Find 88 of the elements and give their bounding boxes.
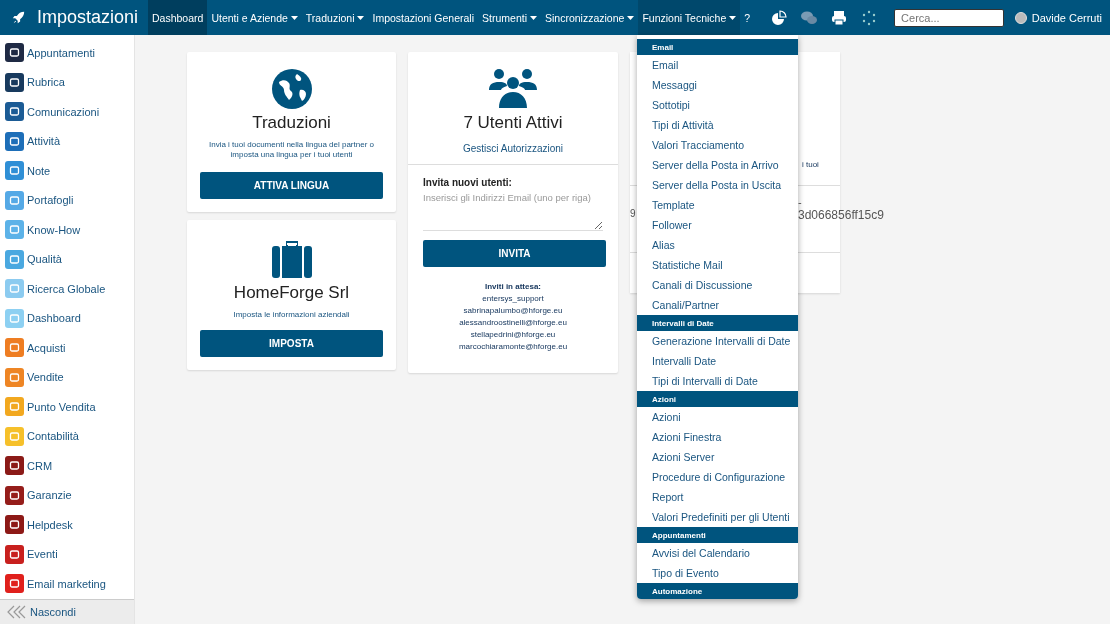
sidebar-item[interactable]: Email marketing bbox=[0, 569, 134, 599]
card-title: 7 Utenti Attivi bbox=[463, 113, 563, 133]
card-text: 3d066856ff15c9 bbox=[798, 208, 884, 222]
nav-item[interactable]: Impostazioni Generali bbox=[368, 0, 479, 35]
sidebar-item[interactable]: Know-How bbox=[0, 215, 134, 245]
nav-item[interactable]: Sincronizzazione bbox=[541, 0, 639, 35]
sidebar-item[interactable]: Acquisti bbox=[0, 333, 134, 363]
card-title: Traduzioni bbox=[252, 113, 331, 133]
users-icon bbox=[488, 68, 538, 110]
user-name[interactable]: Davide Cerruti bbox=[1031, 11, 1102, 24]
card-text: 9 bbox=[630, 208, 636, 219]
setup-button[interactable]: IMPOSTA bbox=[200, 330, 383, 357]
pending-invite: marcochiaramonte@hforge.eu bbox=[458, 341, 568, 353]
menu-item[interactable]: Report bbox=[637, 487, 798, 507]
sidebar-item[interactable]: Garanzie bbox=[0, 480, 134, 510]
menu-item[interactable]: Generazione Intervalli di Date bbox=[637, 331, 798, 351]
collapse-sidebar-button[interactable]: Nascondi bbox=[0, 598, 134, 624]
nav-item[interactable]: Dashboard bbox=[148, 0, 208, 35]
nav-item[interactable]: Funzioni Tecniche bbox=[638, 0, 741, 35]
nav-item[interactable]: Strumenti bbox=[478, 0, 541, 35]
sidebar-item[interactable]: CRM bbox=[0, 451, 134, 481]
sidebar-item[interactable]: Eventi bbox=[0, 539, 134, 569]
menu-item[interactable]: Follower bbox=[637, 215, 798, 235]
menu-item[interactable]: Server della Posta in Uscita bbox=[637, 175, 798, 195]
activate-language-button[interactable]: ATTIVA LINGUA bbox=[200, 172, 383, 199]
nav-item[interactable]: Traduzioni bbox=[301, 0, 369, 35]
menu-item[interactable]: Tipi di Attività bbox=[637, 115, 798, 135]
printer-icon[interactable] bbox=[830, 8, 849, 27]
pending-invite: stellapedrini@hforge.eu bbox=[470, 329, 556, 341]
search-field[interactable]: Cerca... bbox=[894, 8, 1005, 27]
menu-item[interactable]: Avvisi del Calendario bbox=[637, 543, 798, 563]
menu-section-heading: Email bbox=[637, 39, 798, 55]
app-title: Impostazioni bbox=[37, 7, 139, 28]
menu-item[interactable]: Azioni Server bbox=[637, 447, 798, 467]
sidebar-item[interactable]: Ricerca Globale bbox=[0, 274, 134, 304]
sidebar-item[interactable]: Punto Vendita bbox=[0, 392, 134, 422]
invite-label: Invita nuovi utenti: bbox=[423, 177, 513, 188]
sidebar-item[interactable]: Note bbox=[0, 156, 134, 186]
avatar-icon[interactable] bbox=[1014, 11, 1027, 24]
sidebar-item[interactable]: Qualità bbox=[0, 244, 134, 274]
menu-item[interactable]: Alias bbox=[637, 235, 798, 255]
menu-section-heading: Automazione bbox=[637, 583, 798, 599]
sidebar-item[interactable]: Rubrica bbox=[0, 67, 134, 97]
rocket-icon bbox=[12, 11, 25, 24]
menu-item[interactable]: Sottotipi bbox=[637, 95, 798, 115]
menu-section-heading: Azioni bbox=[637, 391, 798, 407]
pending-invite: sabrinapalumbo@hforge.eu bbox=[463, 305, 563, 317]
menu-item[interactable]: Email bbox=[637, 55, 798, 75]
nav-item[interactable]: Utenti e Aziende bbox=[207, 0, 302, 35]
card-title: HomeForge Srl bbox=[233, 283, 350, 303]
sidebar-item[interactable]: Contabilità bbox=[0, 421, 134, 451]
globe-icon bbox=[270, 68, 313, 110]
menu-section-heading: Intervalli di Date bbox=[637, 315, 798, 331]
invite-button[interactable]: INVITA bbox=[423, 240, 606, 267]
pending-invite: alessandroostinelli@hforge.eu bbox=[459, 317, 567, 329]
sidebar-item[interactable]: Comunicazioni bbox=[0, 97, 134, 127]
double-chevron-icon bbox=[6, 604, 26, 619]
sidebar-item[interactable]: Vendite bbox=[0, 362, 134, 392]
menu-item[interactable]: Tipi di Intervalli di Date bbox=[637, 371, 798, 391]
menu-section-heading: Appuntamenti bbox=[637, 527, 798, 543]
menu-item[interactable]: Azioni bbox=[637, 407, 798, 427]
sidebar-item[interactable]: Helpdesk bbox=[0, 510, 134, 540]
pie-chart-icon[interactable] bbox=[770, 8, 789, 27]
manage-permissions-link[interactable]: Gestisci Autorizzazioni bbox=[462, 143, 563, 154]
menu-item[interactable]: Azioni Finestra bbox=[637, 427, 798, 447]
menu-item[interactable]: Template bbox=[637, 195, 798, 215]
menu-item[interactable]: Server della Posta in Arrivo bbox=[637, 155, 798, 175]
sidebar-item[interactable]: Attività bbox=[0, 126, 134, 156]
menu-item[interactable]: Procedure di Configurazione bbox=[637, 467, 798, 487]
sidebar-item[interactable]: Portafogli bbox=[0, 185, 134, 215]
menu-item[interactable]: Valori Predefiniti per gli Utenti bbox=[637, 507, 798, 527]
suitcase-icon bbox=[270, 238, 313, 280]
card-description: Invia i tuoi documenti nella lingua del partner o imposta una lingua per i tuoi utenti bbox=[208, 140, 375, 161]
menu-item[interactable]: Statistiche Mail bbox=[637, 255, 798, 275]
menu-item[interactable]: Canali di Discussione bbox=[637, 275, 798, 295]
menu-item[interactable]: Tipo di Evento bbox=[637, 563, 798, 583]
card-text: - bbox=[798, 196, 802, 208]
menu-item[interactable]: Messaggi bbox=[637, 75, 798, 95]
menu-item[interactable]: Valori Tracciamento bbox=[637, 135, 798, 155]
card-description: i tuoi bbox=[802, 160, 819, 169]
pending-invite: entersys_support bbox=[482, 293, 544, 305]
sidebar-item[interactable]: Appuntamenti bbox=[0, 38, 134, 68]
menu-item[interactable]: Canali/Partner bbox=[637, 295, 798, 315]
nav-item[interactable]: ? bbox=[740, 0, 755, 35]
menu-item[interactable]: Intervalli Date bbox=[637, 351, 798, 371]
sidebar-item[interactable]: Dashboard bbox=[0, 303, 134, 333]
card-description: Imposta le informazioni aziendali bbox=[233, 310, 350, 321]
pending-heading: Inviti in attesa: bbox=[485, 281, 541, 293]
